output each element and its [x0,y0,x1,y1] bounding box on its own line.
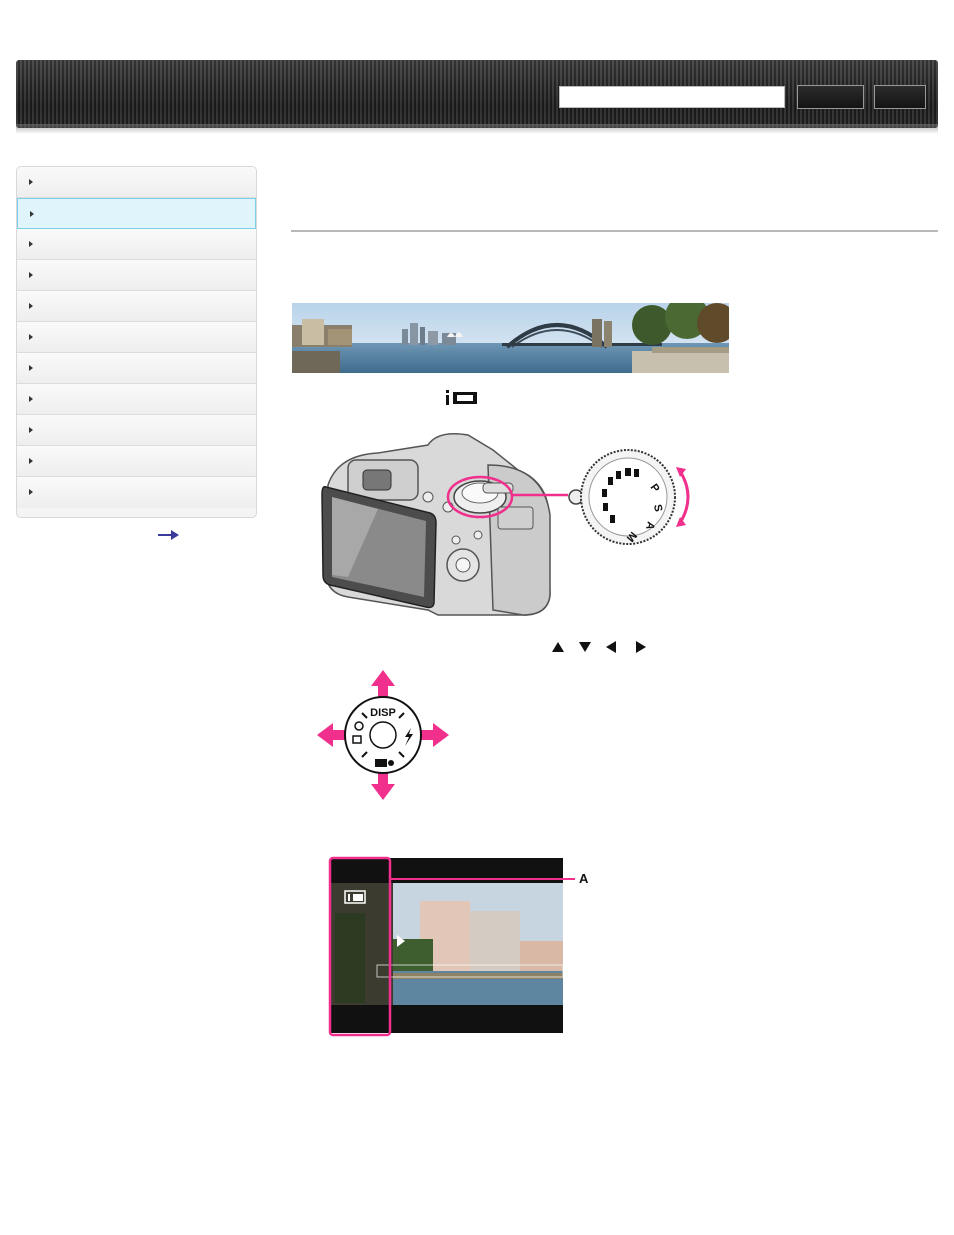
triangle-right-icon [29,334,33,340]
screen-illustration: A [328,856,589,1037]
camera-mode-dial-illustration: P S A M [321,433,690,616]
triangle-right-icon [29,303,33,309]
triangle-right-icon [29,179,33,185]
triangle-right-icon [29,458,33,464]
sidebar-item-7[interactable] [17,353,256,384]
right-triangle-icon [636,641,646,653]
panorama-photo [292,303,729,373]
disp-label: DISP [370,707,396,719]
down-triangle-icon [579,642,591,652]
sidebar-item-9[interactable] [17,415,256,446]
arrow-key-symbols [550,640,650,659]
search-button[interactable] [797,85,864,109]
sidebar-item-5[interactable] [17,291,256,322]
intelligent-sweep-panorama-icon [446,390,477,405]
triangle-right-icon [29,272,33,278]
triangle-right-icon [30,211,34,217]
control-wheel-illustration: DISP [317,670,449,800]
sidebar-item-2[interactable] [17,198,256,229]
triangle-right-icon [29,365,33,371]
up-triangle-icon [552,642,564,652]
right-arrow-icon[interactable] [158,530,180,540]
sidebar-nav [16,166,257,518]
sidebar-item-4[interactable] [17,260,256,291]
callout-label-a: A [579,871,589,886]
sidebar-item-8[interactable] [17,384,256,415]
sidebar-item-10[interactable] [17,446,256,477]
sidebar-item-6[interactable] [17,322,256,353]
triangle-right-icon [29,489,33,495]
triangle-right-icon [29,241,33,247]
triangle-right-icon [29,427,33,433]
triangle-right-icon [29,396,33,402]
camera-icon [375,759,387,767]
title-divider [291,230,938,232]
sidebar-item-3[interactable] [17,229,256,260]
search-input[interactable] [559,86,785,108]
print-button[interactable] [874,85,926,109]
sidebar-item-1[interactable] [17,167,256,198]
left-triangle-icon [606,641,616,653]
sidebar-item-11[interactable] [17,477,256,508]
